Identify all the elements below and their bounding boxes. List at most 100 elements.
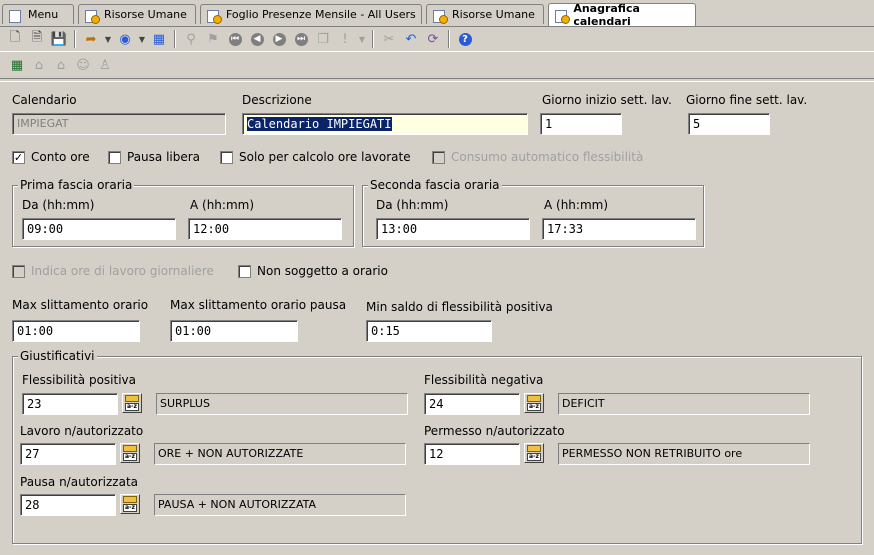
consumo-automatico-label: Consumo automatico flessibilità: [451, 150, 644, 164]
seconda-a-field[interactable]: 17:33: [542, 218, 696, 240]
filter-icon[interactable]: ⚑: [203, 29, 223, 49]
dropdown-arrow-icon[interactable]: ▼: [103, 29, 113, 49]
lookup-az-icon[interactable]: a-z: [122, 393, 142, 413]
giorno-fine-field[interactable]: 5: [688, 113, 770, 135]
giustificativi-legend: Giustificativi: [18, 349, 97, 363]
conto-ore-checkbox[interactable]: ✓ Conto ore: [12, 150, 90, 164]
tab-risorse-umane-1[interactable]: Risorse Umane: [78, 4, 196, 24]
toolbar-separator: [372, 30, 374, 48]
alert-icon[interactable]: !: [335, 29, 355, 49]
users-icon[interactable]: ☺: [73, 55, 93, 75]
max-slittamento-field[interactable]: 01:00: [12, 320, 140, 342]
last-record-icon[interactable]: ⏭: [291, 29, 311, 49]
tools-icon[interactable]: ✂: [379, 29, 399, 49]
checkbox-box: [108, 150, 121, 164]
tab-risorse-umane-2[interactable]: Risorse Umane: [426, 4, 544, 24]
calendario-label: Calendario: [12, 93, 77, 107]
solo-calcolo-label: Solo per calcolo ore lavorate: [239, 150, 411, 164]
giorno-inizio-field[interactable]: 1: [540, 113, 622, 135]
export-icon[interactable]: ➦: [81, 29, 101, 49]
dropdown-arrow-icon[interactable]: ▼: [357, 29, 367, 49]
secondary-toolbar: ▦ ⌂ ⌂ ☺ ♙: [0, 53, 874, 77]
edit-document-icon[interactable]: 🗎: [27, 29, 47, 49]
checkbox-box: [238, 264, 251, 278]
checkbox-checkmark: ✓: [12, 150, 25, 164]
dropdown-arrow-icon[interactable]: ▼: [137, 29, 147, 49]
pausa-libera-checkbox[interactable]: Pausa libera: [108, 150, 200, 164]
flessibilita-negativa-label: Flessibilità negativa: [424, 373, 544, 387]
calendar-grid-icon[interactable]: ▦: [7, 55, 27, 75]
tab-bar: Menu Risorse Umane Foglio Presenze Mensi…: [0, 0, 874, 28]
solo-calcolo-checkbox[interactable]: Solo per calcolo ore lavorate: [220, 150, 411, 164]
min-saldo-field[interactable]: 0:15: [366, 320, 492, 342]
consumo-automatico-checkbox[interactable]: Consumo automatico flessibilità: [432, 150, 643, 164]
permesso-code-field[interactable]: 12: [424, 443, 520, 465]
lookup-az-icon[interactable]: a-z: [524, 393, 544, 413]
toolbar-separator: [74, 30, 76, 48]
prima-a-field[interactable]: 12:00: [188, 218, 342, 240]
buildings-icon[interactable]: ⌂: [51, 55, 71, 75]
print-preview-icon[interactable]: ▦: [149, 29, 169, 49]
menu-icon: [8, 8, 22, 23]
non-soggetto-checkbox[interactable]: Non soggetto a orario: [238, 264, 388, 278]
person-icon[interactable]: ♙: [95, 55, 115, 75]
descrizione-field[interactable]: Calendario IMPIEGATI: [242, 113, 528, 135]
lookup-az-icon[interactable]: a-z: [524, 443, 544, 463]
copy-icon[interactable]: ❐: [313, 29, 333, 49]
pausa-desc: PAUSA + NON AUTORIZZATA: [154, 494, 406, 516]
min-saldo-label: Min saldo di flessibilità positiva: [366, 300, 553, 314]
descrizione-value: Calendario IMPIEGATI: [247, 117, 392, 131]
seconda-a-label: A (hh:mm): [544, 198, 609, 212]
pausa-label: Pausa n/autorizzata: [20, 475, 139, 489]
save-icon[interactable]: 💾: [49, 29, 69, 49]
module-icon: [432, 8, 448, 24]
main-toolbar: 🗋 🗎 💾 ➦ ▼ ◉ ▼ ▦ ⚲ ⚑ ⏮ ◀ ▶ ⏭ ❐ ! ▼ ✂ ↶ ⟳ …: [0, 27, 874, 52]
permesso-desc: PERMESSO NON RETRIBUITO ore: [558, 443, 810, 465]
checkbox-box: [432, 150, 445, 164]
prima-fascia-legend: Prima fascia oraria: [18, 178, 135, 192]
calendario-field[interactable]: IMPIEGAT: [12, 113, 226, 135]
tab-anagrafica-calendari[interactable]: Anagrafica calendari: [548, 2, 696, 28]
flessibilita-positiva-code-field[interactable]: 23: [22, 393, 118, 415]
prima-a-label: A (hh:mm): [190, 198, 255, 212]
new-document-icon[interactable]: 🗋: [5, 29, 25, 49]
tab-foglio-presenze[interactable]: Foglio Presenze Mensile - All Users: [200, 4, 422, 24]
permesso-label: Permesso n/autorizzato: [424, 424, 565, 438]
lavoro-code-field[interactable]: 27: [20, 443, 116, 465]
find-icon[interactable]: ⚲: [181, 29, 201, 49]
pausa-libera-label: Pausa libera: [127, 150, 201, 164]
tab-label: Risorse Umane: [104, 8, 187, 21]
building-icon[interactable]: ⌂: [29, 55, 49, 75]
toolbar-divider: [0, 78, 874, 82]
max-slittamento-label: Max slittamento orario: [12, 298, 149, 312]
module-icon: [206, 8, 222, 24]
next-record-icon[interactable]: ▶: [269, 29, 289, 49]
checkbox-box: [220, 150, 233, 164]
tab-menu[interactable]: Menu: [2, 4, 74, 24]
module-icon: [554, 8, 570, 24]
undo-icon[interactable]: ↶: [401, 29, 421, 49]
help-icon[interactable]: ?: [455, 29, 475, 49]
descrizione-label: Descrizione: [242, 93, 312, 107]
seconda-da-field[interactable]: 13:00: [376, 218, 530, 240]
prima-da-field[interactable]: 09:00: [22, 218, 176, 240]
flessibilita-positiva-label: Flessibilità positiva: [22, 373, 136, 387]
refresh-icon[interactable]: ⟳: [423, 29, 443, 49]
indica-ore-checkbox[interactable]: Indica ore di lavoro giornaliere: [12, 264, 214, 278]
flessibilita-negativa-desc: DEFICIT: [558, 393, 810, 415]
giorno-fine-label: Giorno fine sett. lav.: [686, 93, 808, 107]
previous-record-icon[interactable]: ◀: [247, 29, 267, 49]
max-slittamento-pausa-field[interactable]: 01:00: [170, 320, 298, 342]
first-record-icon[interactable]: ⏮: [225, 29, 245, 49]
giorno-inizio-label: Giorno inizio sett. lav.: [542, 93, 672, 107]
tab-label: Anagrafica calendari: [573, 2, 640, 28]
seconda-fascia-legend: Seconda fascia oraria: [368, 178, 502, 192]
toolbar-separator: [174, 30, 176, 48]
lookup-az-icon[interactable]: a-z: [120, 494, 140, 514]
tab-label: Foglio Presenze Mensile - All Users: [226, 8, 416, 21]
lookup-az-icon[interactable]: a-z: [120, 443, 140, 463]
pausa-code-field[interactable]: 28: [20, 494, 116, 516]
flessibilita-negativa-code-field[interactable]: 24: [424, 393, 520, 415]
search-globe-icon[interactable]: ◉: [115, 29, 135, 49]
non-soggetto-label: Non soggetto a orario: [257, 264, 388, 278]
